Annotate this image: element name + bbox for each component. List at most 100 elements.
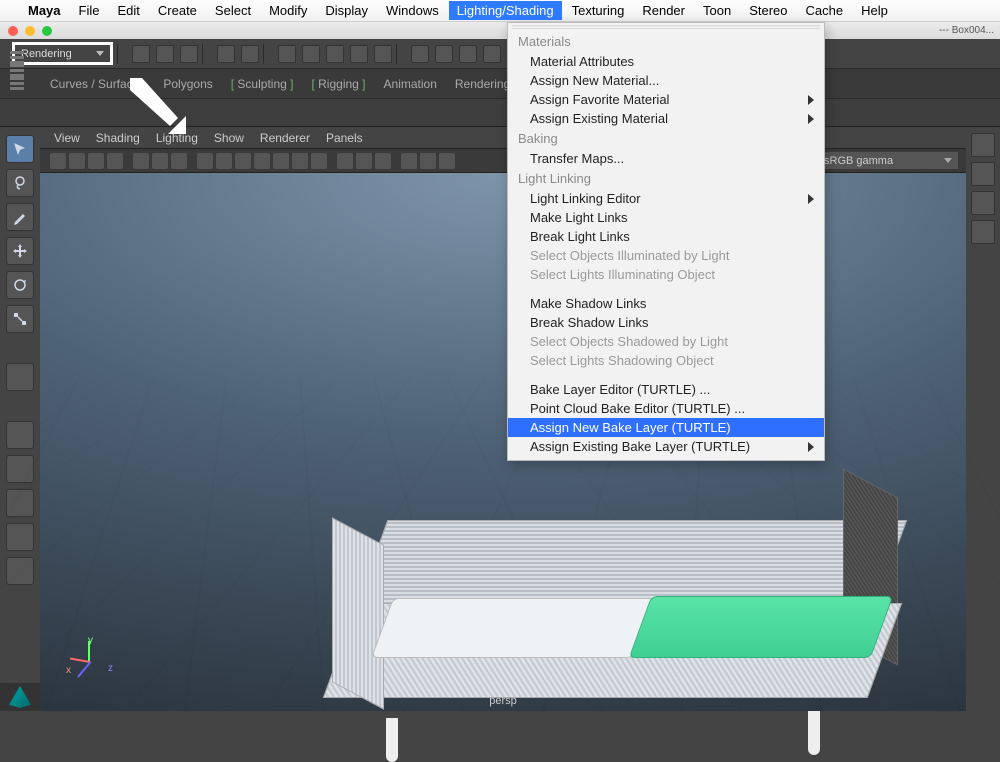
attribute-editor-icon[interactable] [971,191,995,215]
menu-section-baking: Baking [508,128,824,149]
submenu-arrow-icon [808,95,814,105]
image-plane-icon[interactable] [107,153,123,169]
chevron-down-icon [944,158,952,163]
menu-section-materials: Materials [508,31,824,52]
menu-assign-new-bake-layer[interactable]: Assign New Bake Layer (TURTLE) [508,418,824,437]
shaded-icon[interactable] [235,153,251,169]
panel-menu-view[interactable]: View [54,131,80,145]
menu-select-lights-illuminating: Select Lights Illuminating Object [508,265,824,284]
move-tool[interactable] [6,237,34,265]
channel-box-icon[interactable] [971,133,995,157]
menu-cache[interactable]: Cache [806,3,844,18]
wire-icon[interactable] [216,153,232,169]
layer-editor-icon[interactable] [971,162,995,186]
color-management-dropdown[interactable]: sRGB gamma [818,152,958,169]
menu-assign-new-material[interactable]: Assign New Material... [508,71,824,90]
shelf-tab-animation[interactable]: Animation [384,77,437,91]
new-scene-icon[interactable] [132,45,150,63]
camera-lock-icon[interactable] [69,153,85,169]
lasso-tool-icon[interactable] [302,45,320,63]
menu-windows[interactable]: Windows [386,3,439,18]
xray-icon[interactable] [356,153,372,169]
menu-break-shadow-links[interactable]: Break Shadow Links [508,313,824,332]
safe-icon[interactable] [171,153,187,169]
paint-select-icon[interactable] [326,45,344,63]
menu-select-objects-illuminated: Select Objects Illuminated by Light [508,246,824,265]
wire-shaded-icon[interactable] [254,153,270,169]
shadows-icon[interactable] [311,153,327,169]
menu-create[interactable]: Create [158,3,197,18]
textured-icon[interactable] [273,153,289,169]
window-title: --- Box004... [939,25,994,36]
bookmark-icon[interactable] [88,153,104,169]
menu-toon[interactable]: Toon [703,3,731,18]
gate-icon[interactable] [133,153,149,169]
soft-select-icon[interactable] [350,45,368,63]
menu-bake-layer-editor[interactable]: Bake Layer Editor (TURTLE) ... [508,380,824,399]
camera-select-icon[interactable] [50,153,66,169]
zoom-icon[interactable] [42,26,52,36]
status-line: Rendering [0,39,1000,69]
shelf-tab-sculpting[interactable]: [ Sculpting ] [231,77,294,91]
menu-lighting-shading[interactable]: Lighting/Shading [449,1,562,20]
close-icon[interactable] [8,26,18,36]
minimize-icon[interactable] [25,26,35,36]
panel-menu-panels[interactable]: Panels [326,131,363,145]
shelf-tab-rigging[interactable]: [ Rigging ] [311,77,365,91]
redo-icon[interactable] [241,45,259,63]
menu-display[interactable]: Display [325,3,368,18]
menu-point-cloud-bake-editor[interactable]: Point Cloud Bake Editor (TURTLE) ... [508,399,824,418]
snap-plane-icon[interactable] [483,45,501,63]
menu-material-attributes[interactable]: Material Attributes [508,52,824,71]
isolate-icon[interactable] [337,153,353,169]
menu-stereo[interactable]: Stereo [749,3,787,18]
undo-icon[interactable] [217,45,235,63]
menu-select[interactable]: Select [215,3,251,18]
gamma-icon[interactable] [420,153,436,169]
film-gate-icon[interactable] [152,153,168,169]
aa-icon[interactable] [439,153,455,169]
menu-modify[interactable]: Modify [269,3,307,18]
sym-select-icon[interactable] [374,45,392,63]
menu-assign-existing-bake-layer[interactable]: Assign Existing Bake Layer (TURTLE) [508,437,824,456]
view-axis-icon: y z x [70,641,110,681]
menu-render[interactable]: Render [642,3,685,18]
xray-joints-icon[interactable] [375,153,391,169]
mac-menubar: Maya File Edit Create Select Modify Disp… [0,0,1000,22]
lighting-shading-menu: Materials Material Attributes Assign New… [507,22,825,461]
panel-menu-renderer[interactable]: Renderer [260,131,310,145]
shelf-handle[interactable] [0,47,34,80]
menu-help[interactable]: Help [861,3,888,18]
shelf-tab-rendering[interactable]: Rendering [455,77,510,91]
viewport[interactable]: y z x persp [40,173,966,711]
menu-make-light-links[interactable]: Make Light Links [508,208,824,227]
select-tool[interactable] [6,135,34,163]
menu-transfer-maps[interactable]: Transfer Maps... [508,149,824,168]
panel-menu-show[interactable]: Show [214,131,244,145]
paint-tool[interactable] [6,203,34,231]
menu-edit[interactable]: Edit [117,3,139,18]
menu-break-light-links[interactable]: Break Light Links [508,227,824,246]
menu-texturing[interactable]: Texturing [572,3,625,18]
menu-app[interactable]: Maya [28,3,61,18]
tool-settings-icon[interactable] [971,220,995,244]
menu-make-shadow-links[interactable]: Make Shadow Links [508,294,824,313]
menu-assign-favorite-material[interactable]: Assign Favorite Material [508,90,824,109]
snap-curve-icon[interactable] [435,45,453,63]
rotate-tool[interactable] [6,271,34,299]
menu-light-linking-editor[interactable]: Light Linking Editor [508,189,824,208]
exposure-icon[interactable] [401,153,417,169]
select-tool-icon[interactable] [278,45,296,63]
submenu-arrow-icon [808,442,814,452]
open-scene-icon[interactable] [156,45,174,63]
lights-icon[interactable] [292,153,308,169]
snap-grid-icon[interactable] [411,45,429,63]
lasso-tool[interactable] [6,169,34,197]
grid-icon[interactable] [197,153,213,169]
save-scene-icon[interactable] [180,45,198,63]
snap-point-icon[interactable] [459,45,477,63]
scale-tool[interactable] [6,305,34,333]
menu-assign-existing-material[interactable]: Assign Existing Material [508,109,824,128]
menu-file[interactable]: File [79,3,100,18]
chevron-down-icon [96,51,104,56]
